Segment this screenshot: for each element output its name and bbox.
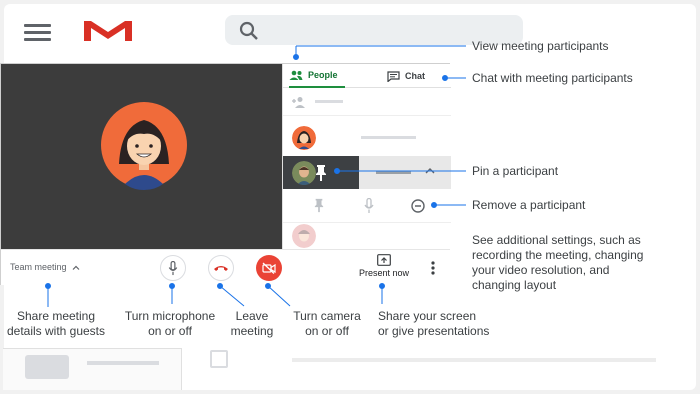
present-now-button[interactable]: Present now (357, 254, 411, 278)
callout-settings-line: changing layout (472, 278, 557, 292)
callout-line: or give presentations (378, 324, 490, 338)
meeting-window: People Chat Team meeting Present now (0, 63, 451, 285)
placeholder-line (292, 358, 656, 362)
camera-button[interactable] (256, 255, 282, 281)
placeholder-line (315, 100, 343, 103)
people-icon (289, 70, 303, 80)
microphone-button[interactable] (160, 255, 186, 281)
callout-share-details: Share meeting details with guests (0, 309, 112, 339)
divider (181, 348, 182, 390)
mic-icon (168, 260, 178, 275)
leave-call-button[interactable] (208, 255, 234, 281)
chat-icon (387, 70, 400, 82)
add-people-row[interactable] (283, 88, 451, 116)
callout-chat: Chat with meeting participants (472, 71, 633, 85)
meeting-name: Team meeting (10, 262, 67, 272)
meeting-controls: Team meeting Present now (1, 249, 450, 285)
callout-settings: See additional settings, such as recordi… (472, 233, 643, 293)
checkbox[interactable] (210, 350, 228, 368)
chevron-up-icon[interactable] (425, 167, 435, 174)
participants-panel: People Chat (282, 64, 451, 249)
participant-avatar-main (101, 102, 187, 190)
tab-chat-label: Chat (405, 71, 425, 81)
search-icon (239, 21, 258, 40)
callout-microphone: Turn microphone on or off (118, 309, 222, 339)
participant-row[interactable] (283, 223, 451, 249)
callout-view-participants: View meeting participants (472, 39, 609, 53)
tab-people[interactable]: People (289, 64, 345, 88)
callout-line: on or off (148, 324, 192, 338)
callout-settings-line: recording the meeting, changing (472, 248, 644, 262)
mic-icon[interactable] (364, 198, 374, 214)
hamburger-icon[interactable] (24, 24, 51, 41)
callout-remove: Remove a participant (472, 198, 586, 212)
present-icon (377, 254, 391, 266)
callout-line: Share your screen (378, 309, 477, 323)
more-vert-icon[interactable] (429, 260, 437, 276)
callout-line: Share meeting (16, 309, 96, 323)
add-person-icon (292, 97, 305, 108)
placeholder-line (87, 361, 159, 365)
callout-line: details with guests (6, 324, 106, 338)
phone-hangup-icon (214, 266, 228, 271)
callout-camera: Turn camera on or off (284, 309, 370, 339)
callout-line: Turn camera (293, 309, 361, 323)
compose-area (3, 348, 181, 390)
participant-row[interactable] (283, 120, 451, 156)
callout-settings-line: See additional settings, such as (472, 233, 641, 247)
pin-icon[interactable] (314, 198, 324, 213)
remove-icon[interactable] (411, 199, 425, 213)
keyboard-icon (25, 355, 69, 379)
camera-off-icon (262, 262, 276, 274)
participant-avatar (292, 126, 316, 150)
tab-chat[interactable]: Chat (387, 64, 443, 88)
panel-tabs: People Chat (283, 64, 451, 88)
callout-leave: Leave meeting (224, 309, 280, 339)
callout-line: meeting (230, 324, 274, 338)
callout-line: on or off (305, 324, 349, 338)
meeting-details-button[interactable]: Team meeting (10, 262, 80, 272)
participant-hover-cell (283, 156, 359, 189)
callout-line: Turn microphone (124, 309, 216, 323)
tab-people-label: People (308, 70, 338, 80)
gmail-logo (84, 21, 132, 41)
callout-share-screen: Share your screen or give presentations (378, 309, 489, 339)
participant-actions-row (283, 189, 451, 223)
pin-icon[interactable] (315, 165, 327, 181)
video-stage (1, 64, 282, 249)
chevron-up-icon (72, 265, 79, 270)
present-now-label: Present now (358, 268, 410, 278)
participant-name-placeholder (361, 136, 416, 139)
participant-avatar (292, 224, 316, 248)
participant-name-placeholder (376, 171, 411, 174)
participant-row-selected[interactable] (283, 156, 451, 189)
participant-avatar (292, 161, 316, 185)
callout-pin: Pin a participant (472, 164, 559, 178)
callout-settings-line: your video resolution, and (472, 263, 610, 277)
callout-line: Leave (235, 309, 269, 323)
